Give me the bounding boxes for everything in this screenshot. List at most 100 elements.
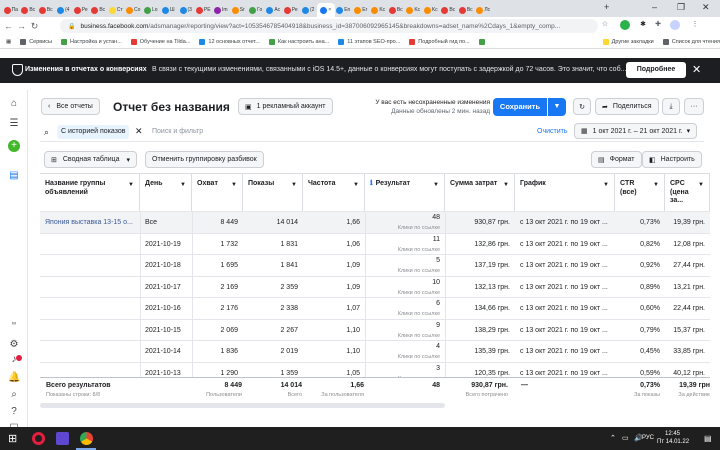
browser-tab[interactable]: Sr <box>230 3 248 17</box>
column-sort-dropdown-icon[interactable]: ▼ <box>128 181 134 190</box>
ad-set-name-link[interactable]: Япония выставка 13-15 о... <box>45 212 140 233</box>
table-row[interactable]: 2021-10-17 2 169 2 359 1,09 10 Клики по ссылк… <box>40 275 710 298</box>
browser-tab[interactable]: × <box>317 3 335 17</box>
profile-avatar-icon[interactable] <box>670 20 680 30</box>
column-sort-dropdown-icon[interactable]: ▼ <box>353 181 359 190</box>
back-to-reports-button[interactable]: ‹ Все отчеты <box>41 98 100 115</box>
column-sort-dropdown-icon[interactable]: ▼ <box>433 181 439 190</box>
settings-gear-icon[interactable]: ⚙ <box>8 339 20 351</box>
column-header[interactable]: Частота ▼ <box>303 174 365 211</box>
chrome-icon[interactable] <box>80 432 93 445</box>
bookmark-item[interactable]: Обучение на Tilda... <box>130 38 190 45</box>
notification-center-icon[interactable]: ▤ <box>704 434 712 443</box>
search-icon[interactable]: ⌕ <box>8 389 20 401</box>
save-button[interactable]: Сохранить <box>493 98 547 116</box>
bookmark-item[interactable] <box>478 38 488 45</box>
browser-tab[interactable]: Ре <box>72 3 90 17</box>
extension-gear-icon[interactable]: ✱ <box>638 20 648 30</box>
table-row[interactable]: Япония выставка 13-15 о... Все 8 449 14 014… <box>40 211 710 234</box>
ungroup-breakdowns-button[interactable]: Отменить группировку разбивок <box>145 151 264 168</box>
column-sort-dropdown-icon[interactable]: ▼ <box>180 181 186 190</box>
menu-icon[interactable]: ☰ <box>8 118 20 130</box>
refresh-button[interactable]: ↻ <box>573 98 591 115</box>
extension-green-icon[interactable] <box>620 20 630 30</box>
column-sort-dropdown-icon[interactable]: ▼ <box>698 181 704 190</box>
horizontal-scrollbar[interactable] <box>40 403 445 408</box>
browser-tab[interactable]: Ре <box>282 3 300 17</box>
browser-tab[interactable]: Па <box>2 3 20 17</box>
column-sort-dropdown-icon[interactable]: ▼ <box>603 181 609 190</box>
bookmark-item[interactable]: Другие закладки <box>602 38 654 45</box>
column-header[interactable]: Показы ▼ <box>243 174 303 211</box>
windows-start-icon[interactable]: ⊞ <box>8 432 21 445</box>
export-button[interactable]: ⤓ <box>662 98 680 115</box>
column-header[interactable]: День ▼ <box>140 174 192 211</box>
new-tab-button[interactable]: + <box>604 2 609 12</box>
home-icon[interactable]: ⌂ <box>8 98 20 110</box>
filter-chip[interactable]: С историей показов <box>57 125 130 139</box>
save-dropdown-button[interactable]: ▼ <box>548 98 566 116</box>
browser-tab[interactable]: Kc <box>405 3 423 17</box>
info-icon[interactable]: ℹ <box>370 180 373 187</box>
browser-tab[interactable]: Вс <box>457 3 475 17</box>
bookmark-item[interactable]: Как настроить ана... <box>268 38 329 45</box>
banner-more-button[interactable]: Подробнее <box>626 62 686 78</box>
browser-tab[interactable]: Ш <box>160 3 178 17</box>
browser-tab[interactable]: РЕ <box>195 3 213 17</box>
browser-tab[interactable]: Lo <box>142 3 160 17</box>
browser-tab[interactable]: Kc <box>370 3 388 17</box>
bookmark-item[interactable]: Список для чтения <box>662 38 720 45</box>
search-filter-input[interactable]: Поиск и фильтр <box>152 128 452 135</box>
ad-set-name[interactable]: Япония выставка 13-15 о... <box>45 219 133 226</box>
url-field[interactable]: 🔒 business.facebook.com /adsmanager/repo… <box>60 19 598 33</box>
minimize-icon[interactable]: – <box>652 2 657 12</box>
browser-tab[interactable]: Er <box>352 3 370 17</box>
banner-close-icon[interactable]: ✕ <box>692 63 701 76</box>
browser-tab[interactable]: (2 <box>300 3 318 17</box>
browser-tab[interactable]: Ст <box>107 3 125 17</box>
bookmark-item[interactable]: 12 основных отчет... <box>199 38 260 45</box>
chip-remove-icon[interactable]: ✕ <box>135 126 143 137</box>
clear-filters-link[interactable]: Очистить <box>537 128 567 135</box>
create-plus-icon[interactable]: + <box>8 140 20 152</box>
help-icon[interactable]: ? <box>8 406 20 418</box>
browser-tab[interactable]: (4 <box>55 3 73 17</box>
bookmark-item[interactable]: Настройка и устан... <box>61 38 122 45</box>
maximize-icon[interactable]: ❐ <box>677 2 685 13</box>
star-bookmark-icon[interactable]: ☆ <box>600 20 610 30</box>
back-arrow-icon[interactable]: ← <box>2 21 15 31</box>
reports-icon[interactable]: ▤ <box>8 170 20 182</box>
column-header[interactable]: График ▼ <box>515 174 615 211</box>
browser-tab[interactable]: Вс <box>20 3 38 17</box>
bell-icon[interactable]: 🔔 <box>8 372 20 384</box>
table-row[interactable]: 2021-10-19 1 732 1 831 1,06 11 Клики по ссылк… <box>40 232 710 255</box>
network-icon[interactable]: ▭ <box>622 434 629 442</box>
column-header[interactable]: Название группы объявлений ▼ <box>40 174 140 211</box>
browser-tab[interactable]: Ас <box>265 3 283 17</box>
tray-chevron-icon[interactable]: ⌃ <box>610 434 616 442</box>
column-header[interactable]: ℹ Результат ▼ <box>365 174 445 211</box>
browser-tab[interactable]: Лс <box>475 3 493 17</box>
bookmark-item[interactable]: 11 этапов SEO-про... <box>338 38 400 45</box>
browser-tab[interactable]: Вс <box>90 3 108 17</box>
opera-icon[interactable] <box>32 432 45 445</box>
more-options-button[interactable]: ··· <box>684 98 704 115</box>
close-window-icon[interactable]: ✕ <box>702 2 710 13</box>
reload-icon[interactable]: ↻ <box>28 21 41 32</box>
column-sort-dropdown-icon[interactable]: ▼ <box>503 181 509 190</box>
column-header[interactable]: Сумма затрат ▼ <box>445 174 515 211</box>
column-header[interactable]: CTR (все) ▼ <box>615 174 665 211</box>
table-row[interactable]: 2021-10-14 1 836 2 019 1,10 4 Клики по ссылке… <box>40 340 710 363</box>
share-button[interactable]: ➦ Поделиться <box>595 98 659 115</box>
format-button[interactable]: ▤ Формат <box>591 151 642 168</box>
browser-tab[interactable]: Вс <box>440 3 458 17</box>
browser-tab[interactable]: Вс <box>37 3 55 17</box>
bookmark-item[interactable]: Сервисы <box>20 38 52 45</box>
date-range-picker[interactable]: ▦ 1 окт 2021 г. – 21 окт 2021 г. ▾ <box>574 123 698 139</box>
figma-icon[interactable] <box>56 432 69 445</box>
browser-tab[interactable]: Вс <box>387 3 405 17</box>
browser-tab[interactable]: Im <box>212 3 230 17</box>
table-row[interactable]: 2021-10-16 2 176 2 338 1,07 6 Клики по ссылке… <box>40 297 710 320</box>
column-sort-dropdown-icon[interactable]: ▼ <box>653 181 659 190</box>
customize-columns-button[interactable]: ◧ Настроить <box>642 151 702 168</box>
